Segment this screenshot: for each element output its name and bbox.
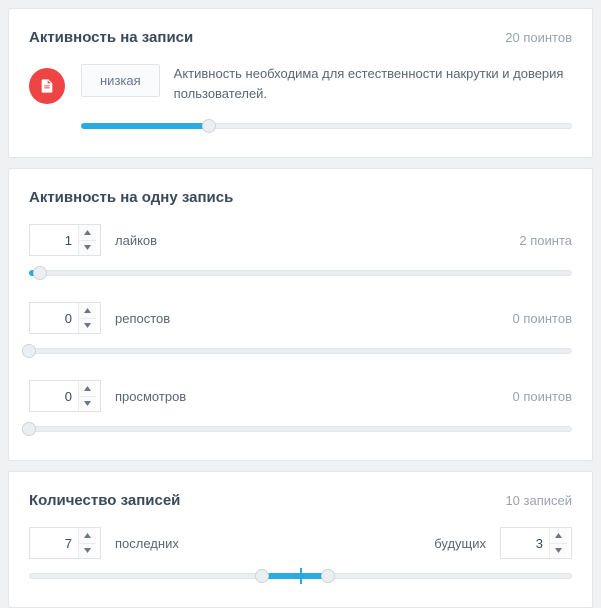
future-records-stepper[interactable] (500, 527, 572, 559)
document-icon (29, 68, 65, 104)
activity-level-badge: низкая (81, 64, 160, 97)
views-input[interactable] (30, 381, 78, 411)
card-header: Количество записей 10 записей (29, 492, 572, 509)
views-block: просмотров 0 поинтов (29, 380, 572, 436)
activity-per-record-card: Активность на одну запись лайков 2 поинт… (8, 168, 593, 461)
stepper-up-button[interactable] (79, 528, 96, 543)
records-range-slider[interactable] (29, 569, 572, 583)
reposts-stepper[interactable] (29, 302, 101, 334)
stepper-up-button[interactable] (79, 225, 96, 240)
activity-on-records-card: Активность на записи 20 поинтов низкая А… (8, 8, 593, 158)
card-title: Активность на одну запись (29, 189, 233, 206)
views-stepper[interactable] (29, 380, 101, 412)
views-cost: 0 поинтов (513, 389, 573, 404)
stepper-down-button[interactable] (550, 543, 567, 559)
reposts-cost: 0 поинтов (513, 311, 573, 326)
reposts-block: репостов 0 поинтов (29, 302, 572, 358)
points-label: 20 поинтов (505, 30, 572, 45)
past-records-input[interactable] (30, 528, 78, 558)
stepper-up-button[interactable] (79, 303, 96, 318)
likes-stepper[interactable] (29, 224, 101, 256)
likes-block: лайков 2 поинта (29, 224, 572, 280)
records-count-label: 10 записей (505, 493, 572, 508)
stepper-up-button[interactable] (550, 528, 567, 543)
stepper-down-button[interactable] (79, 396, 96, 412)
stepper-down-button[interactable] (79, 543, 96, 559)
stepper-down-button[interactable] (79, 240, 96, 256)
likes-slider[interactable] (29, 266, 572, 280)
likes-cost: 2 поинта (519, 233, 572, 248)
likes-label: лайков (115, 233, 157, 248)
card-title: Активность на записи (29, 29, 193, 46)
views-slider[interactable] (29, 422, 572, 436)
past-records-stepper[interactable] (29, 527, 101, 559)
likes-input[interactable] (30, 225, 78, 255)
reposts-input[interactable] (30, 303, 78, 333)
views-label: просмотров (115, 389, 186, 404)
future-label: будущих (434, 536, 486, 551)
card-header: Активность на одну запись (29, 189, 572, 206)
stepper-down-button[interactable] (79, 318, 96, 334)
records-count-card: Количество записей 10 записей последних … (8, 471, 593, 608)
reposts-slider[interactable] (29, 344, 572, 358)
future-records-input[interactable] (501, 528, 549, 558)
past-label: последних (115, 536, 179, 551)
card-title: Количество записей (29, 492, 180, 509)
reposts-label: репостов (115, 311, 170, 326)
activity-level-slider[interactable] (81, 119, 572, 133)
activity-description: Активность необходима для естественности… (174, 64, 572, 103)
card-header: Активность на записи 20 поинтов (29, 29, 572, 46)
stepper-up-button[interactable] (79, 381, 96, 396)
